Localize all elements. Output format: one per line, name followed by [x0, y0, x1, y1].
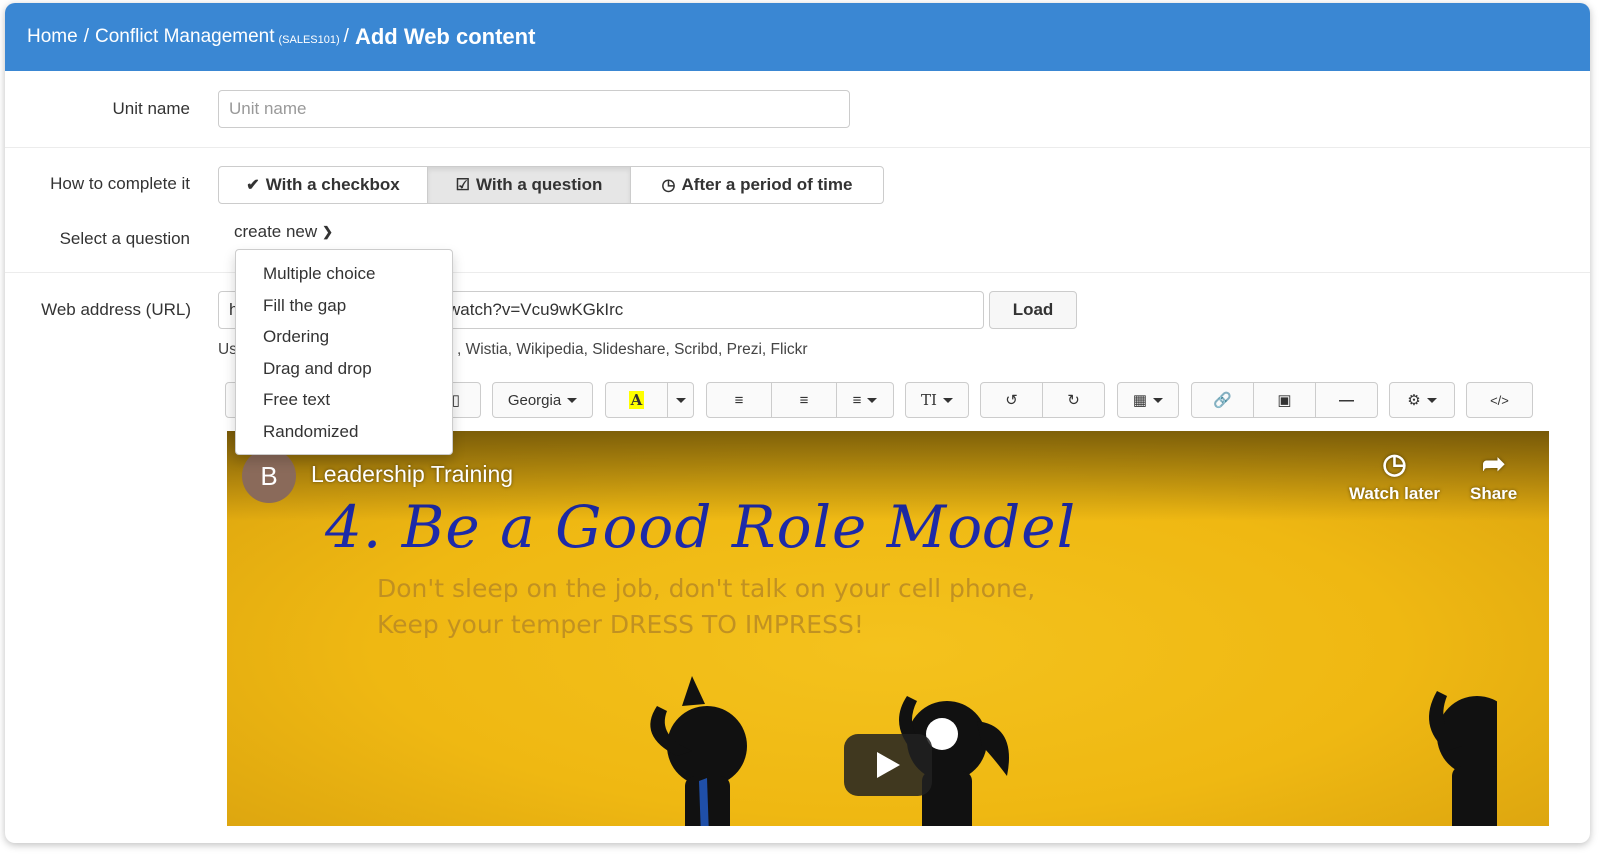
image-button[interactable]: ▣: [1253, 382, 1316, 418]
undo-icon: ↺: [1005, 392, 1018, 409]
toolbar-group-size: TI: [905, 382, 969, 418]
checkbox-icon: ☑: [455, 177, 470, 194]
horizontal-rule-button[interactable]: —: [1315, 382, 1378, 418]
code-view-button[interactable]: </>: [1466, 382, 1533, 418]
play-icon: [877, 752, 900, 778]
font-color-button[interactable]: A: [605, 382, 668, 418]
stick-figures-illustration: [650, 676, 1497, 826]
toolbar-group-color: A: [605, 382, 694, 418]
align-button[interactable]: ≡: [836, 382, 894, 418]
with-question-button[interactable]: ☑ With a question: [427, 166, 631, 204]
chevron-down-icon: ❯: [322, 224, 334, 239]
breadcrumb: Home / Conflict Management (SALES101) / …: [5, 3, 1590, 71]
button-label: With a question: [475, 175, 603, 194]
menu-item-fill-the-gap[interactable]: Fill the gap: [236, 290, 452, 322]
watch-later-label: Watch later: [1349, 484, 1441, 503]
clock-icon: ◷: [1382, 448, 1407, 479]
align-icon: ≡: [852, 391, 862, 409]
toolbar-group-code: </>: [1466, 382, 1533, 418]
button-label: After a period of time: [681, 175, 853, 194]
video-embed[interactable]: 4. Be a Good Role Model Don't sleep on t…: [227, 431, 1549, 826]
image-icon: ▣: [1277, 392, 1292, 409]
toolbar-group-font: Georgia: [492, 382, 593, 418]
link-button[interactable]: 🔗: [1191, 382, 1254, 418]
divider: [5, 147, 1590, 148]
unit-name-label: Unit name: [112, 99, 190, 118]
with-checkbox-button[interactable]: ✔ With a checkbox: [218, 166, 428, 204]
menu-item-multiple-choice[interactable]: Multiple choice: [236, 258, 452, 290]
settings-icon: ⚙: [1407, 392, 1421, 409]
bullet-list-button[interactable]: ≡: [706, 382, 772, 418]
toolbar-group-history: ↺ ↻: [980, 382, 1105, 418]
check-icon: ✔: [246, 177, 260, 194]
load-button[interactable]: Load: [989, 291, 1077, 329]
horizontal-rule-icon: —: [1339, 391, 1354, 409]
url-value: watch?v=Vcu9wKGkIrc: [448, 300, 624, 319]
toolbar-group-settings: ⚙: [1389, 382, 1455, 418]
table-button[interactable]: ▦: [1117, 382, 1179, 418]
caret-down-icon: [1153, 397, 1164, 403]
breadcrumb-course[interactable]: Conflict Management: [95, 26, 275, 48]
numbered-list-button[interactable]: ≡: [771, 382, 837, 418]
question-type-select[interactable]: create new ❯: [234, 222, 333, 242]
url-label: Web address (URL): [41, 300, 191, 319]
completion-options: ✔ With a checkbox ☑ With a question ◷ Af…: [218, 166, 884, 204]
video-title[interactable]: Leadership Training: [311, 461, 513, 488]
editor-card: Home / Conflict Management (SALES101) / …: [5, 3, 1590, 843]
settings-button[interactable]: ⚙: [1389, 382, 1455, 418]
breadcrumb-separator: /: [343, 26, 349, 47]
font-family-value: Georgia: [507, 391, 562, 409]
caret-down-icon: [942, 397, 953, 403]
toolbar-group-insert: 🔗 ▣ —: [1191, 382, 1378, 418]
caret-down-icon: [675, 397, 686, 403]
menu-item-drag-and-drop[interactable]: Drag and drop: [236, 353, 452, 385]
button-label: With a checkbox: [265, 175, 400, 194]
toolbar-group-table: ▦: [1117, 382, 1179, 418]
select-value: create new: [234, 222, 318, 241]
clock-icon: ◷: [661, 177, 676, 194]
course-code: (SALES101): [278, 34, 340, 46]
table-icon: ▦: [1132, 392, 1148, 409]
menu-item-free-text[interactable]: Free text: [236, 384, 452, 416]
breadcrumb-separator: /: [83, 26, 89, 47]
text-size-button[interactable]: TI: [905, 382, 969, 418]
question-type-menu: Multiple choice Fill the gap Ordering Dr…: [235, 249, 453, 455]
font-color-icon: A: [628, 391, 645, 409]
font-color-dropdown[interactable]: [667, 382, 694, 418]
redo-icon: ↻: [1067, 392, 1080, 409]
bullet-list-icon: ≡: [734, 391, 744, 409]
play-button[interactable]: [844, 734, 932, 796]
caret-down-icon: [567, 397, 578, 403]
numbered-list-icon: ≡: [799, 391, 809, 409]
menu-item-ordering[interactable]: Ordering: [236, 321, 452, 353]
link-icon: 🔗: [1213, 392, 1232, 409]
menu-item-randomized[interactable]: Randomized: [236, 416, 452, 448]
slide-text: Don't sleep on the job, don't talk on yo…: [377, 574, 1036, 639]
undo-button[interactable]: ↺: [980, 382, 1043, 418]
caret-down-icon: [1426, 397, 1437, 403]
toolbar-group-lists: ≡ ≡ ≡: [706, 382, 894, 418]
unit-name-input[interactable]: Unit name: [218, 90, 850, 128]
watch-later-button[interactable]: ◷ Watch later: [1349, 447, 1440, 504]
share-label: Share: [1470, 484, 1518, 503]
completion-label: How to complete it: [50, 174, 190, 193]
channel-avatar[interactable]: B: [242, 449, 296, 503]
code-view-icon: </>: [1490, 392, 1509, 408]
page-title: Add Web content: [354, 24, 536, 49]
text-size-icon: TI: [921, 391, 937, 409]
share-icon: ➦: [1481, 448, 1506, 479]
share-button[interactable]: ➦ Share: [1470, 447, 1517, 504]
caret-down-icon: [867, 397, 878, 403]
after-period-button[interactable]: ◷ After a period of time: [630, 166, 884, 204]
redo-button[interactable]: ↻: [1042, 382, 1105, 418]
help-text-end: , Wistia, Wikipedia, Slideshare, Scribd,…: [457, 341, 808, 358]
breadcrumb-home[interactable]: Home: [27, 26, 78, 48]
select-question-label: Select a question: [59, 229, 190, 248]
font-family-select[interactable]: Georgia: [492, 382, 593, 418]
